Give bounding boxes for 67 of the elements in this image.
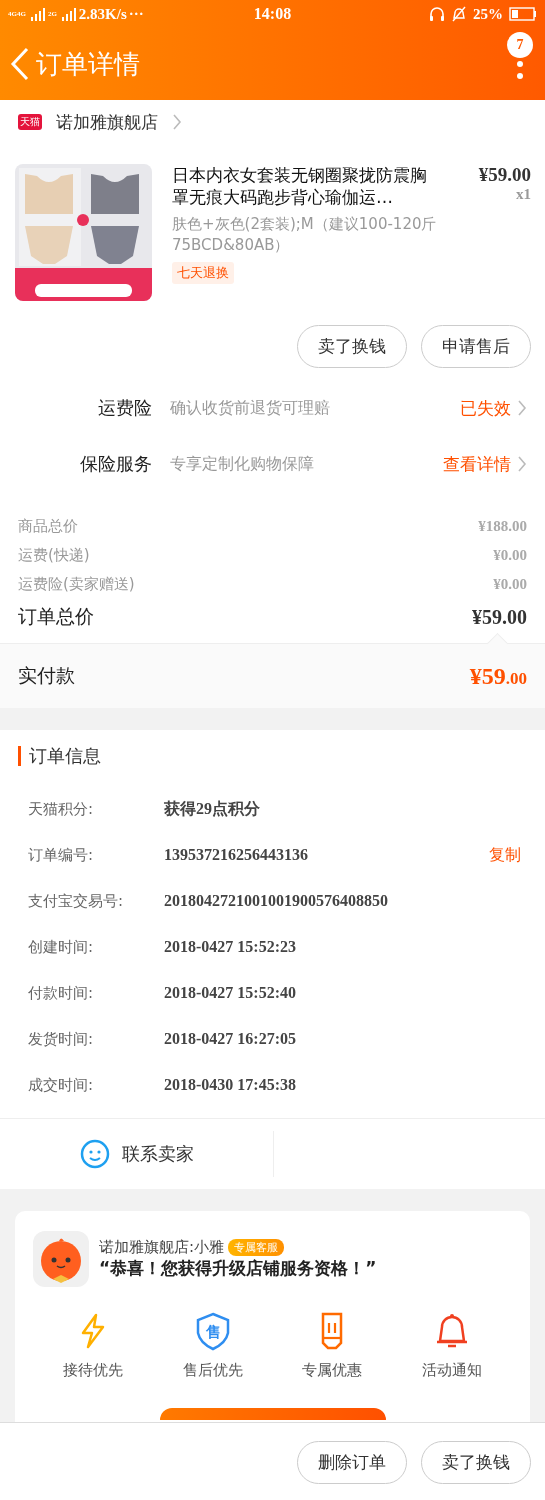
info-label: 创建时间:	[28, 937, 95, 957]
perk-label: 售后优先	[182, 1361, 243, 1380]
service-label: 保险服务	[79, 452, 152, 476]
chat-face-icon	[79, 1139, 110, 1169]
service-label: 运费险	[97, 396, 152, 420]
paid-label: 实付款	[18, 663, 75, 688]
product-sku: 肤色+灰色(2套装);M（建议100-120斤 75BCD&80AB）	[172, 214, 438, 256]
perk-label: 专属优惠	[302, 1361, 363, 1380]
price-value: ¥0.00	[493, 547, 527, 564]
info-value: 2018-0430 17:45:38	[164, 1076, 297, 1094]
info-value: 获得29点积分	[164, 798, 261, 819]
more-icon[interactable]	[516, 60, 524, 80]
service-description: 专享定制化购物保障	[170, 455, 315, 473]
info-value: 2018-0427 15:52:23	[164, 938, 297, 956]
price-value: ¥188.00	[478, 518, 527, 535]
agent-badge: 专属客服	[228, 1239, 285, 1256]
product-quantity: x1	[516, 186, 531, 203]
chevron-icon[interactable]	[517, 455, 527, 473]
product-price: ¥59.00	[478, 164, 531, 186]
shop-agent-name: 诺加雅旗舰店:小雅	[99, 1238, 225, 1257]
mascot-avatar-icon	[33, 1231, 89, 1287]
store-name[interactable]: 诺加雅旗舰店	[56, 110, 158, 134]
notification-badge: 7	[507, 32, 533, 58]
info-label: 成交时间:	[28, 1075, 95, 1095]
return-tag: 七天退换	[172, 262, 234, 284]
item-action-button[interactable]: 申请售后	[421, 325, 531, 368]
contact-seller-button[interactable]: 联系卖家	[73, 1138, 200, 1170]
order-action-button[interactable]: 卖了换钱	[421, 1440, 531, 1484]
price-value: ¥0.00	[493, 576, 527, 593]
info-value: 2018-0427 16:27:05	[164, 1030, 297, 1048]
signal-icon	[29, 7, 46, 21]
item-action-button[interactable]: 卖了换钱	[297, 325, 407, 368]
service-description: 确认收货前退货可理赔	[170, 399, 331, 417]
muted-bell-icon	[451, 6, 467, 22]
battery-icon	[509, 7, 537, 21]
info-label: 付款时间:	[28, 983, 95, 1003]
store-logo: 天猫	[18, 114, 42, 130]
info-label: 支付宝交易号:	[28, 891, 125, 911]
info-label: 天猫积分:	[28, 799, 95, 819]
price-label: 运费(快递)	[18, 546, 90, 565]
section-title: 订单信息	[18, 746, 527, 766]
info-label: 发货时间:	[28, 1029, 95, 1049]
price-label: 运费险(卖家赠送)	[18, 575, 135, 594]
total-label: 订单总价	[18, 604, 94, 629]
perk-label: 接待优先	[62, 1361, 123, 1380]
perk-label: 活动通知	[422, 1361, 483, 1380]
headphone-icon	[429, 6, 445, 22]
page-title: 订单详情	[36, 47, 141, 81]
info-value: 2018042721001001900576408850	[164, 892, 389, 910]
battery-percent: 25%	[473, 5, 503, 23]
action-button[interactable]	[159, 1408, 386, 1420]
promo-message: “恭喜！您获得升级店铺服务资格！”	[99, 1257, 377, 1280]
total-value: ¥59.00	[472, 605, 527, 629]
status-time: 14:08	[253, 5, 292, 23]
info-value: 139537216256443136	[164, 846, 309, 864]
signal-icon	[60, 7, 77, 21]
chevron-icon[interactable]	[517, 399, 527, 417]
info-value: 2018-0427 15:52:40	[164, 984, 297, 1002]
network-speed: 2.83K/s	[78, 5, 127, 23]
paid-amount: ¥59.00	[469, 662, 527, 690]
more-indicator: ···	[128, 5, 144, 23]
product-title[interactable]: 日本内衣女套装无钢圈聚拢防震胸罩无痕大码跑步背心瑜伽运…	[172, 164, 439, 208]
back-icon[interactable]	[10, 47, 30, 81]
order-action-button[interactable]: 删除订单	[297, 1440, 407, 1484]
price-label: 商品总价	[18, 517, 78, 536]
chevron-icon[interactable]	[172, 113, 182, 131]
info-label: 订单编号:	[28, 845, 95, 865]
